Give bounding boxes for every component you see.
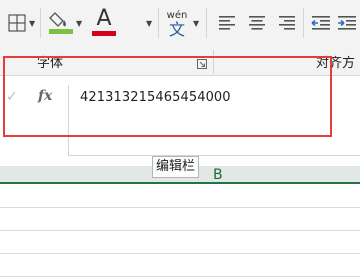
ribbon-divider [40,8,41,38]
fill-color-button[interactable] [44,6,78,38]
ribbon-divider [303,8,304,38]
row-gridline [0,230,360,231]
row-gridline [0,276,360,277]
chevron-down-icon[interactable]: ▼ [146,20,152,28]
formula-bar-tooltip: 编辑栏 [152,156,200,178]
font-dialog-launcher[interactable] [196,58,208,70]
font-color-underline [92,31,116,36]
increase-indent-icon [338,16,356,30]
align-right-icon [279,16,295,30]
alignment-group-label: 对齐方 [316,56,356,71]
align-left-icon [219,16,235,30]
formula-bar-bottom-border [68,155,360,156]
decrease-indent-icon [311,16,330,30]
chevron-down-icon[interactable]: ▼ [76,20,82,28]
align-left-button[interactable] [216,12,238,34]
formula-bar-divider [68,85,69,155]
font-group-label: 字体 [37,56,64,71]
chevron-down-icon[interactable]: ▼ [193,20,199,28]
borders-icon [8,14,26,32]
formula-input[interactable]: 421313215465454000 [80,90,231,106]
column-header-b[interactable]: B [213,166,223,184]
cancel-entry-icon[interactable]: ✓ [6,89,18,105]
phonetic-guide-button[interactable]: wén 文 [162,8,192,40]
align-right-button[interactable] [276,12,298,34]
insert-function-button[interactable]: fx [38,88,52,104]
row-gridline [0,207,360,208]
phonetic-guide-char: 文 [168,19,185,39]
decrease-indent-button[interactable] [310,12,332,34]
formula-bar-top-border [0,75,360,76]
phonetic-guide-icon: wén [166,9,188,21]
ribbon-divider [158,8,159,38]
font-color-icon: A [96,6,112,31]
row-gridline [0,253,360,254]
ribbon-divider [213,50,214,74]
font-color-button[interactable]: A [88,6,120,38]
ribbon-divider [206,8,207,38]
increase-indent-button[interactable] [336,12,358,34]
borders-button[interactable] [4,8,30,38]
chevron-down-icon[interactable]: ▼ [29,20,35,28]
fill-color-icon [49,12,73,34]
align-center-button[interactable] [246,12,268,34]
align-center-icon [249,16,265,30]
formula-bar [0,75,360,155]
dialog-launcher-icon [197,59,207,69]
